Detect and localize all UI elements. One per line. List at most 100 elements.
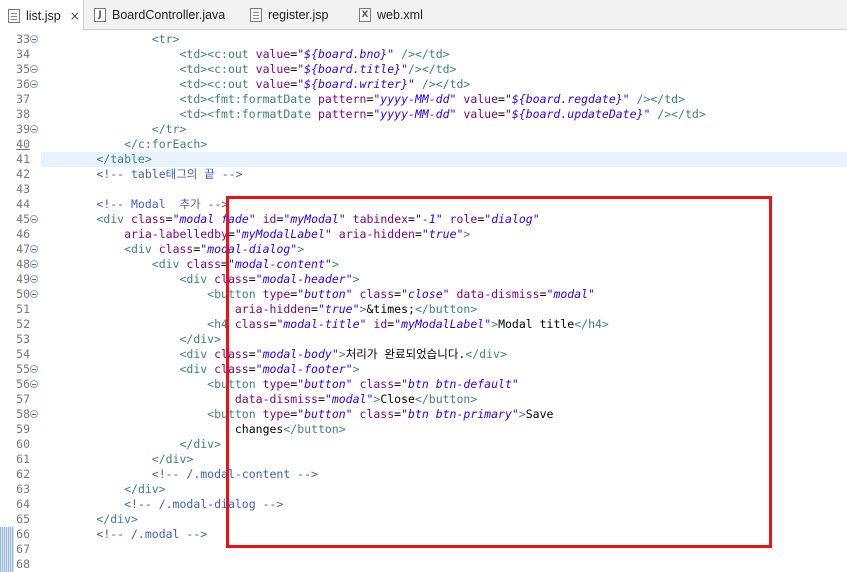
line-number: 49 (16, 272, 30, 286)
line-number: 65 (16, 512, 30, 526)
code-line-45[interactable]: 45 <div class="modal fade" id="myModal" … (0, 212, 847, 227)
code-text: <button type="button" class="btn btn-pri… (207, 407, 554, 421)
tab-web-xml[interactable]: X web.xml (359, 0, 423, 30)
fold-collapse-icon[interactable] (30, 125, 38, 133)
code-line-39[interactable]: 39 </tr> (0, 122, 847, 137)
close-icon[interactable]: × (70, 10, 80, 22)
fold-collapse-icon[interactable] (30, 35, 38, 43)
line-number: 33 (16, 32, 30, 46)
code-line-50[interactable]: 50 <button type="button" class="close" d… (0, 287, 847, 302)
code-line-36[interactable]: 36 <td><c:out value="${board.writer}" />… (0, 77, 847, 92)
fold-collapse-icon[interactable] (30, 410, 38, 418)
fold-collapse-icon[interactable] (30, 65, 38, 73)
code-line-43[interactable]: 43 (0, 182, 847, 197)
code-line-62[interactable]: 62 <!-- /.modal-content --> (0, 467, 847, 482)
code-line-61[interactable]: 61 </div> (0, 452, 847, 467)
code-text: aria-labelledby="myModalLabel" aria-hidd… (124, 227, 471, 241)
code-line-37[interactable]: 37 <td><fmt:formatDate pattern="yyyy-MM-… (0, 92, 847, 107)
fold-collapse-icon[interactable] (30, 80, 38, 88)
code-line-64[interactable]: 64 <!-- /.modal-dialog --> (0, 497, 847, 512)
code-text: </div> (151, 452, 194, 466)
code-line-49[interactable]: 49 <div class="modal-header"> (0, 272, 847, 287)
code-text: <div class="modal-content"> (151, 257, 339, 271)
code-line-68[interactable]: 68 (0, 557, 847, 572)
code-line-41[interactable]: 41 </table> (0, 152, 847, 167)
fold-collapse-icon[interactable] (30, 215, 38, 223)
code-text: <!-- Modal 추가 --> (96, 197, 229, 211)
code-line-59[interactable]: 59 changes</button> (0, 422, 847, 437)
line-number: 53 (16, 332, 30, 346)
fold-collapse-icon[interactable] (30, 245, 38, 253)
code-line-35[interactable]: 35 <td><c:out value="${board.title}"/></… (0, 62, 847, 77)
code-line-57[interactable]: 57 data-dismiss="modal">Close</button> (0, 392, 847, 407)
code-line-56[interactable]: 56 <button type="button" class="btn btn-… (0, 377, 847, 392)
code-text: <td><c:out value="${board.writer}" /></t… (179, 77, 471, 91)
code-line-48[interactable]: 48 <div class="modal-content"> (0, 257, 847, 272)
code-line-38[interactable]: 38 <td><fmt:formatDate pattern="yyyy-MM-… (0, 107, 847, 122)
line-number: 38 (16, 107, 30, 121)
line-number: 51 (16, 302, 30, 316)
tab-register-jsp[interactable]: register.jsp (250, 0, 328, 30)
tab-board-controller-java[interactable]: J BoardController.java (94, 0, 225, 30)
code-line-58[interactable]: 58 <button type="button" class="btn btn-… (0, 407, 847, 422)
line-number: 60 (16, 437, 30, 451)
tab-list-jsp[interactable]: list.jsp × (0, 0, 84, 31)
code-line-67[interactable]: 67 (0, 542, 847, 557)
code-line-33[interactable]: 33 <tr> (0, 32, 847, 47)
code-line-42[interactable]: 42 <!-- table태그의 끝 --> (0, 167, 847, 182)
line-number: 36 (16, 77, 30, 91)
code-line-60[interactable]: 60 </div> (0, 437, 847, 452)
code-text: <button type="button" class="btn btn-def… (207, 377, 519, 391)
code-text: data-dismiss="modal">Close</button> (234, 392, 478, 406)
code-editor[interactable]: 33 <tr> 34 <td><c:out value="${board.bno}… (0, 30, 847, 572)
line-number: 40 (16, 137, 30, 151)
code-line-52[interactable]: 52 <h4 class="modal-title" id="myModalLa… (0, 317, 847, 332)
line-number: 39 (16, 122, 30, 136)
code-text: </table> (41, 152, 847, 167)
code-line-54[interactable]: 54 <div class="modal-body">처리가 완료되었습니다.<… (0, 347, 847, 362)
code-line-44[interactable]: 44 <!-- Modal 추가 --> (0, 197, 847, 212)
code-text: <td><fmt:formatDate pattern="yyyy-MM-dd"… (179, 92, 685, 106)
code-line-40[interactable]: 40 </c:forEach> (0, 137, 847, 152)
line-number: 46 (16, 227, 30, 241)
code-text: <!-- table태그의 끝 --> (96, 167, 243, 181)
code-line-53[interactable]: 53 </div> (0, 332, 847, 347)
code-text: </div> (124, 482, 166, 496)
code-line-47[interactable]: 47 <div class="modal-dialog"> (0, 242, 847, 257)
line-number: 35 (16, 62, 30, 76)
line-number: 43 (16, 182, 30, 196)
code-text: <div class="modal-body">처리가 완료되었습니다.</di… (179, 347, 507, 361)
line-number: 55 (16, 362, 30, 376)
fold-collapse-icon[interactable] (30, 365, 38, 373)
code-text: <!-- /.modal-content --> (151, 467, 318, 481)
code-line-63[interactable]: 63 </div> (0, 482, 847, 497)
code-line-66[interactable]: 66 <!-- /.modal --> (0, 527, 847, 542)
line-number: 56 (16, 377, 30, 391)
code-line-34[interactable]: 34 <td><c:out value="${board.bno}" /></t… (0, 47, 847, 62)
line-number: 59 (16, 422, 30, 436)
code-line-65[interactable]: 65 </div> (0, 512, 847, 527)
line-number: 52 (16, 317, 30, 331)
code-text: <div class="modal fade" id="myModal" tab… (96, 212, 540, 226)
tab-label: register.jsp (268, 8, 329, 22)
java-file-icon: J (94, 8, 106, 22)
code-text: <h4 class="modal-title" id="myModalLabel… (207, 317, 609, 331)
code-text: <div class="modal-footer"> (179, 362, 360, 376)
fold-collapse-icon[interactable] (30, 275, 38, 283)
xml-file-icon: X (359, 8, 371, 22)
code-line-51[interactable]: 51 aria-hidden="true">&times;</button> (0, 302, 847, 317)
code-line-46[interactable]: 46 aria-labelledby="myModalLabel" aria-h… (0, 227, 847, 242)
fold-collapse-icon[interactable] (30, 260, 38, 268)
code-text: <!-- /.modal --> (96, 527, 208, 541)
code-text: <div class="modal-dialog"> (124, 242, 305, 256)
code-line-55[interactable]: 55 <div class="modal-footer"> (0, 362, 847, 377)
code-text: </tr> (151, 122, 187, 136)
fold-collapse-icon[interactable] (30, 290, 38, 298)
fold-collapse-icon[interactable] (30, 380, 38, 388)
code-text: <div class="modal-header"> (179, 272, 360, 286)
line-number: 61 (16, 452, 30, 466)
line-number: 42 (16, 167, 30, 181)
